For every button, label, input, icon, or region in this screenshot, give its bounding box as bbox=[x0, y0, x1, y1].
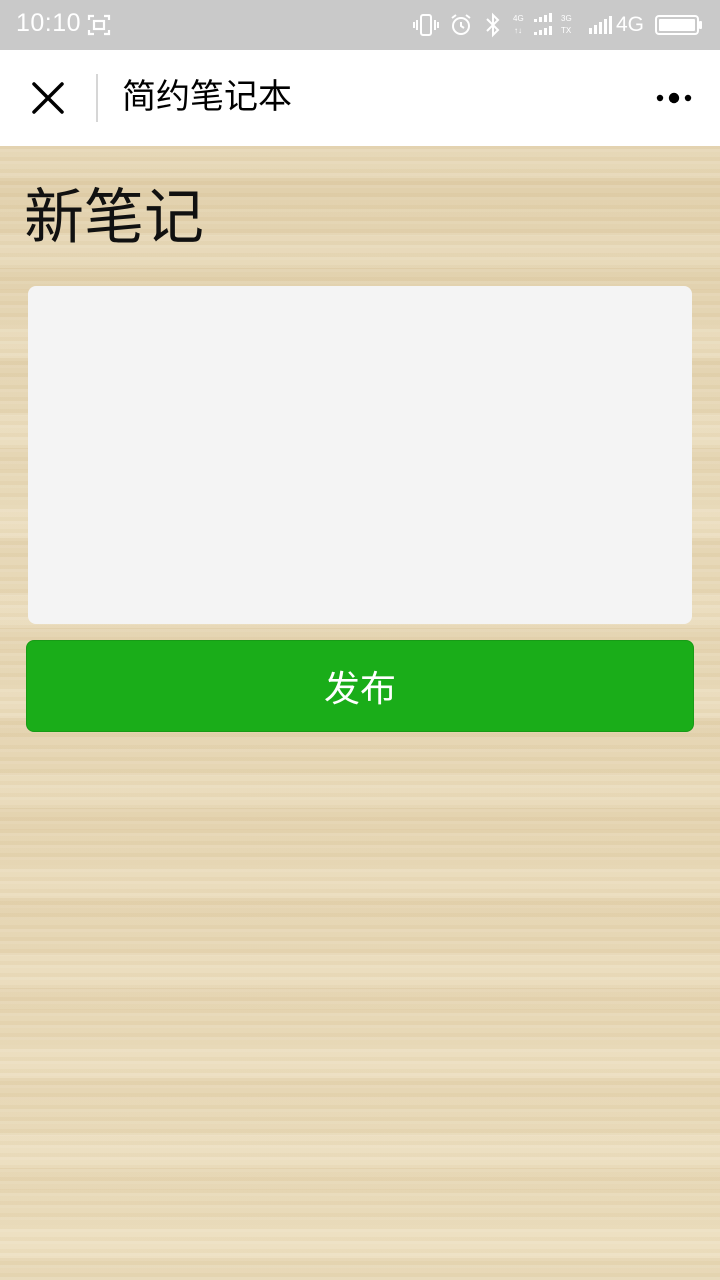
nav-bar: 简约笔记本 bbox=[0, 50, 720, 146]
publish-button[interactable]: 发布 bbox=[26, 640, 694, 732]
bluetooth-icon bbox=[482, 0, 504, 50]
svg-text:3G: 3G bbox=[561, 14, 572, 23]
alarm-icon bbox=[448, 0, 474, 50]
network-label: 4G bbox=[616, 13, 645, 36]
dual-signal-icon: 4G ↑↓ bbox=[512, 0, 560, 50]
vibrate-icon bbox=[412, 0, 440, 50]
battery-icon bbox=[654, 0, 704, 50]
dual-signal-label: 3G TX bbox=[560, 0, 582, 50]
main-content: 新笔记 发布 bbox=[0, 146, 720, 1280]
status-bar: 10:10 4G ↑↓ 3G TX 4G bbox=[0, 0, 720, 50]
svg-text:4G: 4G bbox=[513, 14, 524, 23]
nav-title: 简约笔记本 bbox=[122, 77, 292, 117]
more-icon bbox=[656, 92, 692, 104]
more-button[interactable] bbox=[646, 78, 702, 118]
nav-divider bbox=[96, 74, 98, 122]
close-button[interactable] bbox=[22, 72, 74, 124]
svg-text:TX: TX bbox=[561, 26, 572, 35]
screenshot-icon bbox=[86, 0, 112, 50]
note-textarea[interactable] bbox=[28, 286, 692, 624]
status-time: 10:10 bbox=[16, 9, 82, 37]
svg-text:↑↓: ↑↓ bbox=[514, 26, 522, 35]
close-icon bbox=[32, 82, 64, 114]
page-title: 新笔记 bbox=[24, 183, 204, 253]
signal-icon bbox=[586, 0, 614, 50]
app-screen: 10:10 4G ↑↓ 3G TX 4G 简约笔记本 新笔记 发布 bbox=[0, 0, 720, 1280]
